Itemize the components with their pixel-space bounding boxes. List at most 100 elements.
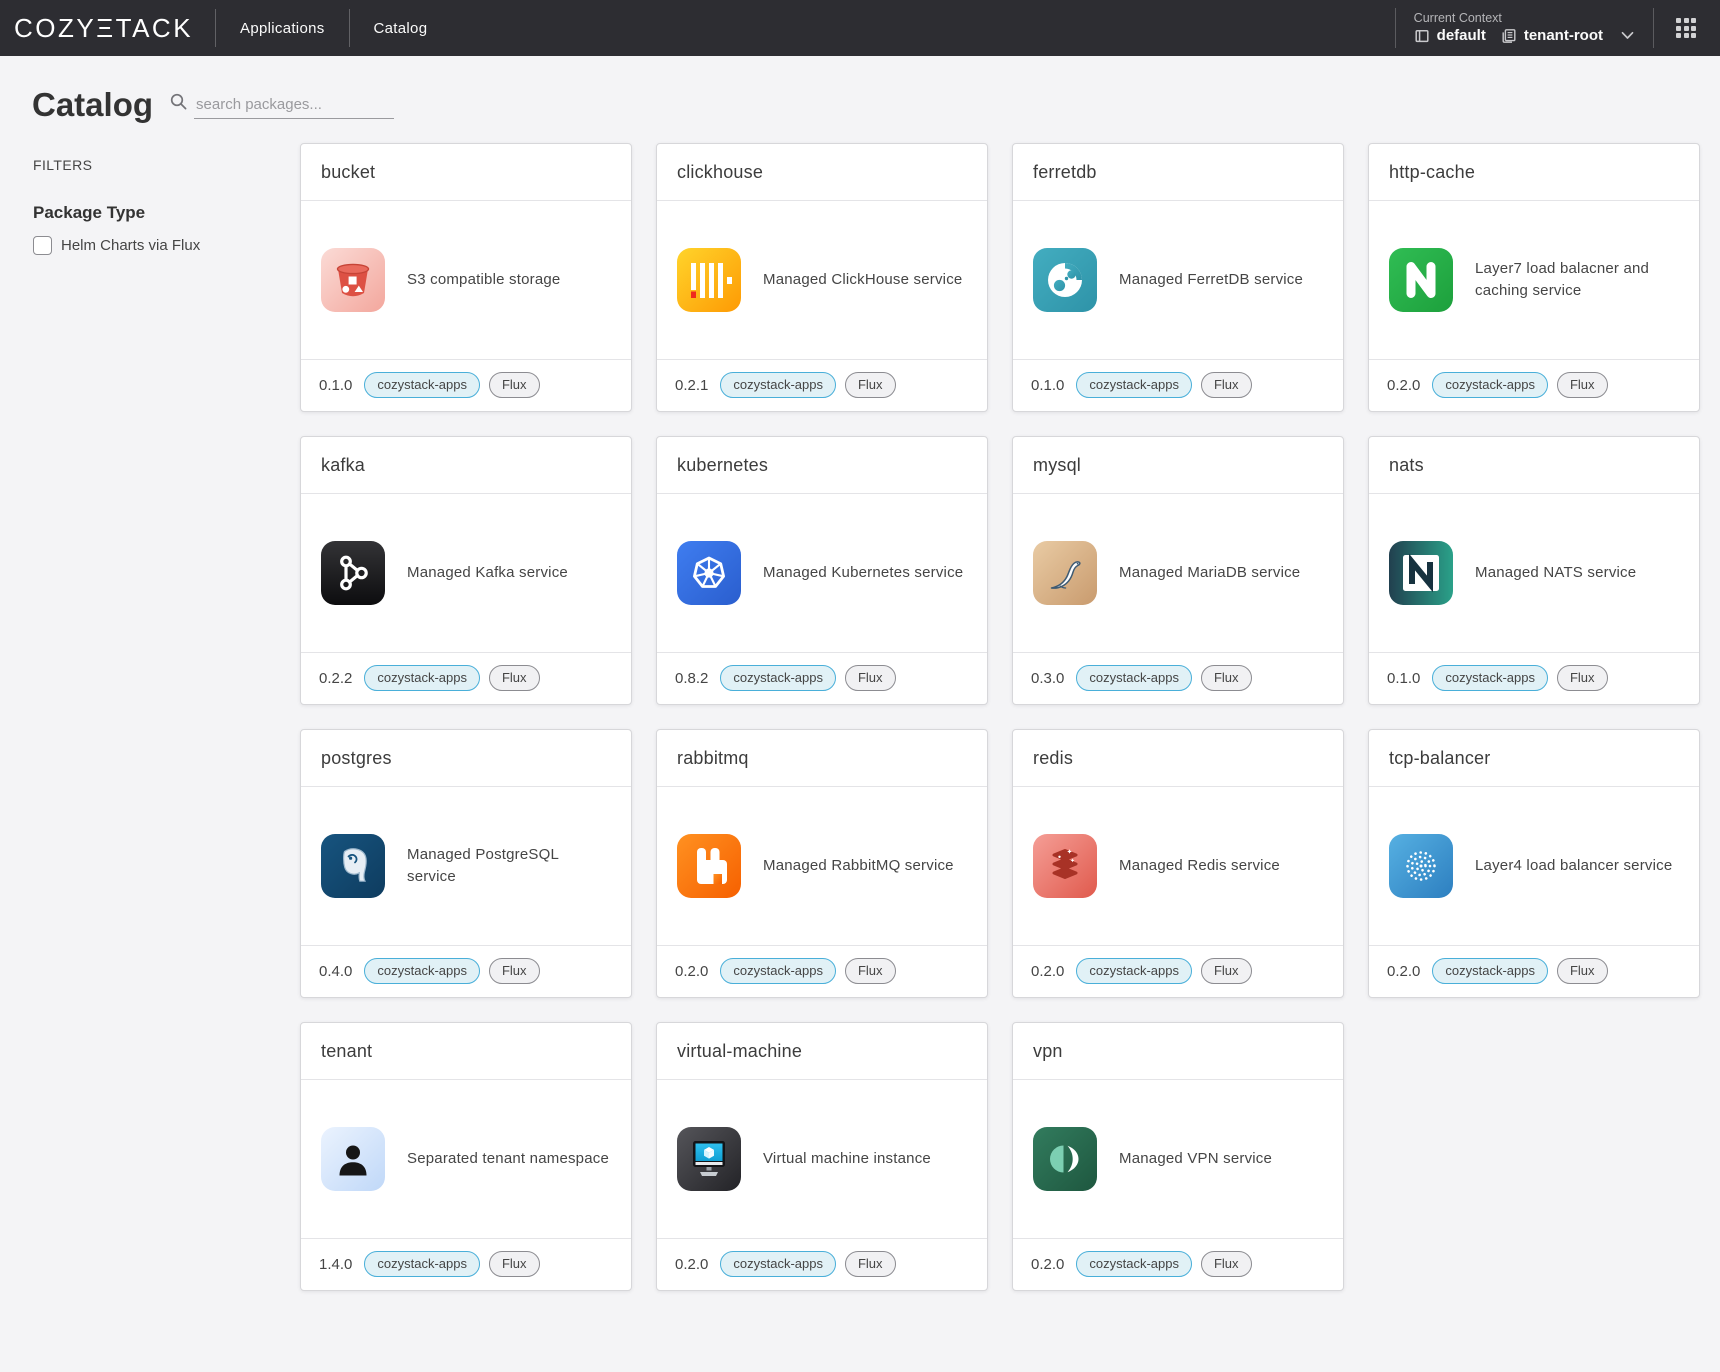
top-bar: COZYΞTACK Applications Catalog Current C… [0,0,1720,56]
card-version: 0.4.0 [319,963,352,980]
card-title: tcp-balancer [1369,730,1699,787]
card-tenant[interactable]: tenant Separated tenant namespace 1.4.0 … [300,1022,632,1291]
flux-badge: Flux [1557,665,1608,691]
card-title: virtual-machine [657,1023,987,1080]
card-title: ferretdb [1013,144,1343,201]
flux-badge: Flux [1201,665,1252,691]
flux-badge: Flux [845,1251,896,1277]
tenant-user-icon [321,1127,385,1191]
card-description: Separated tenant namespace [407,1148,609,1170]
cube-icon [1414,28,1430,44]
app-switcher-button[interactable] [1653,8,1716,48]
redis-icon [1033,834,1097,898]
repo-badge: cozystack-apps [1076,1251,1192,1277]
card-postgres[interactable]: postgres Managed PostgreSQL service 0.4.… [300,729,632,998]
card-kubernetes[interactable]: kubernetes Managed Kubernetes service 0.… [656,436,988,705]
card-title: clickhouse [657,144,987,201]
card-description: Managed NATS service [1475,562,1636,584]
card-version: 0.3.0 [1031,670,1064,687]
ferretdb-icon [1033,248,1097,312]
flux-badge: Flux [845,665,896,691]
helm-charts-label[interactable]: Helm Charts via Flux [61,237,200,254]
mariadb-seal-icon [1033,541,1097,605]
card-version: 0.2.0 [1031,963,1064,980]
card-http-cache[interactable]: http-cache Layer7 load balacner and cach… [1368,143,1700,412]
card-title: kafka [301,437,631,494]
card-redis[interactable]: redis Managed Redis service 0.2.0 cozyst… [1012,729,1344,998]
topbar-right: Current Context default tenant-root [1395,0,1720,56]
filter-option-helm-flux: Helm Charts via Flux [33,236,280,255]
main: FILTERS Package Type Helm Charts via Flu… [0,127,1720,1339]
context-switcher[interactable]: Current Context default tenant-root [1395,8,1653,48]
repo-badge: cozystack-apps [364,372,480,398]
kafka-icon [321,541,385,605]
page-title: Catalog [32,88,153,121]
flux-badge: Flux [489,665,540,691]
repo-badge: cozystack-apps [1076,372,1192,398]
card-version: 0.2.0 [675,963,708,980]
nginx-icon [1389,248,1453,312]
card-version: 0.2.0 [1387,377,1420,394]
card-bucket[interactable]: bucket S3 compatible storage 0.1.0 cozys… [300,143,632,412]
card-title: nats [1369,437,1699,494]
flux-badge: Flux [1201,958,1252,984]
card-description: Managed FerretDB service [1119,269,1303,291]
flux-badge: Flux [1557,372,1608,398]
search-input[interactable] [194,92,394,119]
flux-badge: Flux [1201,1251,1252,1277]
card-version: 0.2.0 [675,1256,708,1273]
flux-badge: Flux [1201,372,1252,398]
app-grid-icon [1676,18,1696,38]
card-version: 0.1.0 [1031,377,1064,394]
chevron-down-icon[interactable] [1620,28,1635,43]
filters-heading: FILTERS [33,157,280,173]
nav-applications[interactable]: Applications [216,20,348,37]
card-description: Managed RabbitMQ service [763,855,954,877]
card-title: http-cache [1369,144,1699,201]
flux-badge: Flux [489,958,540,984]
nav-catalog[interactable]: Catalog [350,20,452,37]
nats-icon [1389,541,1453,605]
repo-badge: cozystack-apps [720,665,836,691]
repo-badge: cozystack-apps [364,958,480,984]
card-version: 0.2.0 [1031,1256,1064,1273]
card-title: rabbitmq [657,730,987,787]
flux-badge: Flux [845,372,896,398]
helm-charts-checkbox[interactable] [33,236,52,255]
bucket-icon [321,248,385,312]
page-head: Catalog [0,56,1720,127]
context-cluster: default [1437,28,1486,43]
virtual-machine-icon [677,1127,741,1191]
flux-badge: Flux [845,958,896,984]
repo-badge: cozystack-apps [1432,372,1548,398]
vpn-icon [1033,1127,1097,1191]
card-version: 0.2.1 [675,377,708,394]
app-logo[interactable]: COZYΞTACK [0,13,215,44]
card-rabbitmq[interactable]: rabbitmq Managed RabbitMQ service 0.2.0 … [656,729,988,998]
package-grid: bucket S3 compatible storage 0.1.0 cozys… [300,127,1720,1339]
card-virtual-machine[interactable]: virtual-machine Virtual machine instance… [656,1022,988,1291]
card-description: Layer4 load balancer service [1475,855,1672,877]
repo-badge: cozystack-apps [1432,665,1548,691]
postgres-icon [321,834,385,898]
card-version: 0.2.0 [1387,963,1420,980]
card-kafka[interactable]: kafka Managed Kafka service 0.2.2 cozyst… [300,436,632,705]
card-vpn[interactable]: vpn Managed VPN service 0.2.0 cozystack-… [1012,1022,1344,1291]
repo-badge: cozystack-apps [1076,665,1192,691]
card-title: redis [1013,730,1343,787]
repo-badge: cozystack-apps [364,1251,480,1277]
card-nats[interactable]: nats Managed NATS service 0.1.0 cozystac… [1368,436,1700,705]
filter-group-title: Package Type [33,203,280,223]
card-version: 0.8.2 [675,670,708,687]
card-tcp-balancer[interactable]: tcp-balancer Layer4 load balancer servic… [1368,729,1700,998]
tcp-balancer-icon [1389,834,1453,898]
rabbitmq-icon [677,834,741,898]
card-description: Managed ClickHouse service [763,269,962,291]
flux-badge: Flux [489,1251,540,1277]
card-ferretdb[interactable]: ferretdb Managed FerretDB service 0.1.0 … [1012,143,1344,412]
flux-badge: Flux [1557,958,1608,984]
card-clickhouse[interactable]: clickhouse Managed ClickHouse service 0.… [656,143,988,412]
card-description: Managed Kafka service [407,562,568,584]
card-mysql[interactable]: mysql Managed MariaDB service 0.3.0 cozy… [1012,436,1344,705]
card-title: postgres [301,730,631,787]
